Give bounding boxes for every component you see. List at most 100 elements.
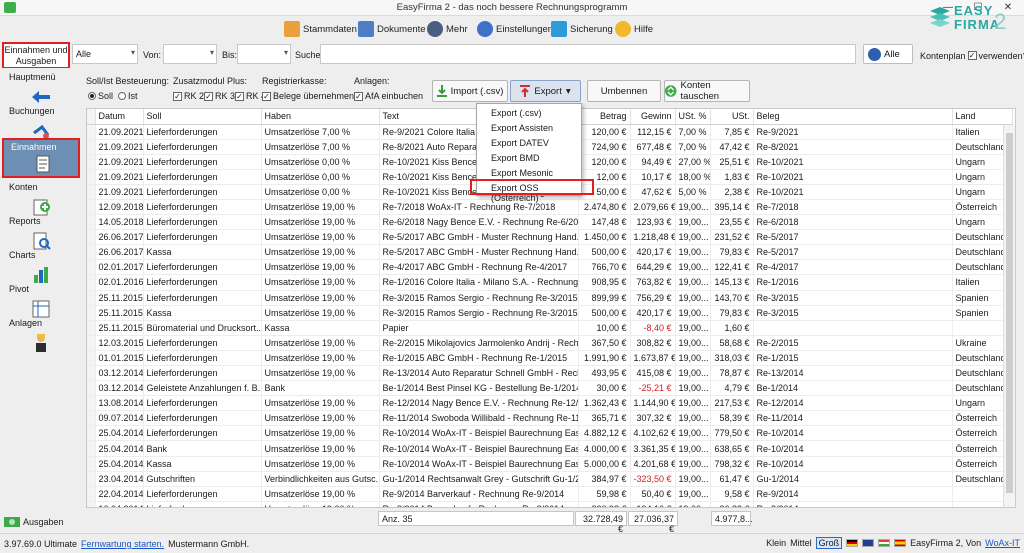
table-row[interactable]: 25.11.2015 Lieferforderungen Umsatzerlöse …: [87, 290, 1013, 306]
sidebar-item-anlagen[interactable]: Anlagen: [2, 316, 80, 361]
table-row[interactable]: 03.12.2014 Lieferforderungen Umsatzerlöse …: [87, 365, 1013, 382]
row-selector[interactable]: [87, 244, 96, 261]
stammdaten-button[interactable]: Stammdaten: [284, 19, 357, 39]
row-selector[interactable]: [87, 199, 96, 216]
flag-de-icon[interactable]: [846, 539, 859, 547]
table-row[interactable]: 25.04.2014 Bank Umsatzerlöse 19,00 % Re-10/…: [87, 440, 1013, 457]
afa-checkbox[interactable]: ✓ AfA einbuchen: [354, 91, 423, 101]
einstellungen-button[interactable]: Einstellungen: [477, 19, 553, 39]
vertical-scrollbar[interactable]: [1003, 125, 1015, 507]
type-filter-select[interactable]: Alle ▾: [72, 44, 138, 64]
column-header-beleg[interactable]: Beleg: [753, 109, 953, 125]
table-row[interactable]: 25.04.2014 Kassa Umsatzerlöse 19,00 % Re-10…: [87, 456, 1013, 472]
column-header-gewinn[interactable]: Gewinn: [630, 109, 676, 125]
fernwartung-link[interactable]: Fernwartung starten.: [81, 539, 164, 549]
size-klein[interactable]: Klein: [766, 538, 786, 548]
table-row[interactable]: 14.05.2018 Lieferforderungen Umsatzerlöse …: [87, 214, 1013, 231]
menu-item-export-mesonic[interactable]: Export Mesonic: [491, 168, 553, 178]
soll-radio[interactable]: Soll: [88, 91, 113, 101]
column-header-land[interactable]: Land: [952, 109, 1013, 125]
table-row[interactable]: 16.04.2014LieferforderungenUmsatzerlöse …: [87, 501, 1013, 507]
sidebar-item-ausgaben[interactable]: Ausgaben: [4, 515, 64, 528]
table-row[interactable]: 25.11.2015 Kassa Umsatzerlöse 19,00 % Re-3/…: [87, 305, 1013, 321]
table-row[interactable]: 02.01.2016 Lieferforderungen Umsatzerlöse …: [87, 274, 1013, 291]
table-row[interactable]: 03.12.2014 Geleistete Anzahlungen f. B...…: [87, 380, 1013, 397]
row-selector[interactable]: [87, 486, 96, 502]
main-toolbar: Stammdaten Dokumente Mehr Einstellungen …: [0, 16, 1024, 41]
row-selector[interactable]: [87, 154, 96, 170]
row-selector[interactable]: [87, 440, 96, 457]
row-selector[interactable]: [87, 169, 96, 185]
row-selector[interactable]: [87, 139, 96, 155]
mehr-button[interactable]: Mehr: [427, 19, 468, 39]
row-selector[interactable]: [87, 365, 96, 382]
row-selector[interactable]: [87, 410, 96, 427]
row-selector[interactable]: [87, 425, 96, 442]
size-gross[interactable]: Groß: [815, 537, 843, 549]
row-selector[interactable]: [87, 259, 96, 276]
dokumente-button[interactable]: Dokumente: [358, 19, 426, 39]
row-selector[interactable]: [87, 456, 96, 472]
row-selector[interactable]: [87, 501, 96, 507]
alle-button[interactable]: Alle: [863, 44, 913, 64]
table-row[interactable]: 02.01.2017 Lieferforderungen Umsatzerlöse …: [87, 259, 1013, 276]
import-csv-button[interactable]: Import (.csv): [432, 80, 508, 102]
column-header-ust-pct[interactable]: USt. %: [675, 109, 711, 125]
konten-tauschen-button[interactable]: Konten tauschen: [664, 80, 750, 102]
table-row[interactable]: 26.06.2017 Kassa Umsatzerlöse 19,00 % Re-5/…: [87, 244, 1013, 261]
umbennen-button[interactable]: Umbennen: [587, 80, 661, 102]
row-selector[interactable]: [87, 305, 96, 321]
row-selector[interactable]: [87, 290, 96, 306]
menu-item-export-bmd[interactable]: Export BMD: [491, 153, 540, 163]
table-row[interactable]: 09.07.2014 Lieferforderungen Umsatzerlöse …: [87, 410, 1013, 427]
row-selector[interactable]: [87, 380, 96, 397]
scrollbar-thumb[interactable]: [1006, 133, 1013, 493]
table-row[interactable]: 01.01.2015 Lieferforderungen Umsatzerlöse …: [87, 350, 1013, 367]
search-input[interactable]: [320, 44, 856, 64]
flag-hu-icon[interactable]: [878, 539, 891, 547]
row-selector[interactable]: [87, 229, 96, 246]
table-row[interactable]: 26.06.2017 Lieferforderungen Umsatzerlöse …: [87, 229, 1013, 246]
menu-item-export-datev[interactable]: Export DATEV: [491, 138, 549, 148]
row-selector[interactable]: [87, 350, 96, 367]
table-row[interactable]: 23.04.2014 Gutschriften Verbindlichkeiten …: [87, 471, 1013, 487]
ist-radio[interactable]: Ist: [118, 91, 138, 101]
flag-es-icon[interactable]: [894, 539, 907, 547]
belege-checkbox[interactable]: ✓ Belege übernehmen: [262, 91, 354, 101]
row-selector[interactable]: [87, 335, 96, 351]
row-selector[interactable]: [87, 274, 96, 291]
column-header-soll[interactable]: Soll: [143, 109, 262, 125]
kontenplan-toggle[interactable]: Kontenplan ✓ verwenden?: [920, 51, 1024, 61]
column-header-haben[interactable]: Haben: [261, 109, 380, 125]
row-selector[interactable]: [87, 214, 96, 231]
table-row[interactable]: 22.04.2014 Lieferforderungen Umsatzerlöse …: [87, 486, 1013, 502]
export-button[interactable]: Export ▾: [510, 80, 581, 102]
row-selector[interactable]: [87, 184, 96, 200]
belege-label: Belege übernehmen: [273, 91, 355, 101]
size-mittel[interactable]: Mittel: [790, 538, 812, 548]
table-row[interactable]: 25.04.2014 Lieferforderungen Umsatzerlöse …: [87, 425, 1013, 442]
rk2-checkbox[interactable]: ✓ RK 2: [173, 91, 204, 101]
row-selector[interactable]: [87, 320, 96, 336]
column-header-betrag[interactable]: Betrag: [578, 109, 631, 125]
menu-item-export-assisten[interactable]: Export Assisten: [491, 123, 553, 133]
row-selector[interactable]: [87, 471, 96, 487]
sidebar-item-einnahmen[interactable]: Einnahmen: [2, 138, 80, 178]
hilfe-button[interactable]: Hilfe: [615, 19, 653, 39]
bis-date-field[interactable]: ▾: [237, 44, 291, 64]
column-header-ust[interactable]: USt.: [710, 109, 754, 125]
column-header-datum[interactable]: Datum: [95, 109, 144, 125]
table-row[interactable]: 12.03.2015 Lieferforderungen Umsatzerlöse …: [87, 335, 1013, 351]
von-date-field[interactable]: ▾: [163, 44, 217, 64]
flag-uk-icon[interactable]: [862, 539, 875, 547]
kontenplan-checkbox[interactable]: ✓: [967, 51, 977, 60]
table-row[interactable]: 13.08.2014 Lieferforderungen Umsatzerlöse …: [87, 395, 1013, 412]
menu-item-export-csv[interactable]: Export (.csv): [491, 108, 542, 118]
table-row[interactable]: 25.11.2015 Büromaterial und Drucksort... K…: [87, 320, 1013, 336]
vendor-link[interactable]: WoAx-IT: [985, 538, 1020, 548]
einnahmen-ausgaben-button[interactable]: Einnahmen und Ausgaben: [2, 42, 70, 69]
row-selector[interactable]: [87, 124, 96, 140]
rk3-checkbox[interactable]: ✓ RK 3: [204, 91, 235, 101]
row-selector[interactable]: [87, 395, 96, 412]
sicherung-button[interactable]: Sicherung: [551, 19, 613, 39]
